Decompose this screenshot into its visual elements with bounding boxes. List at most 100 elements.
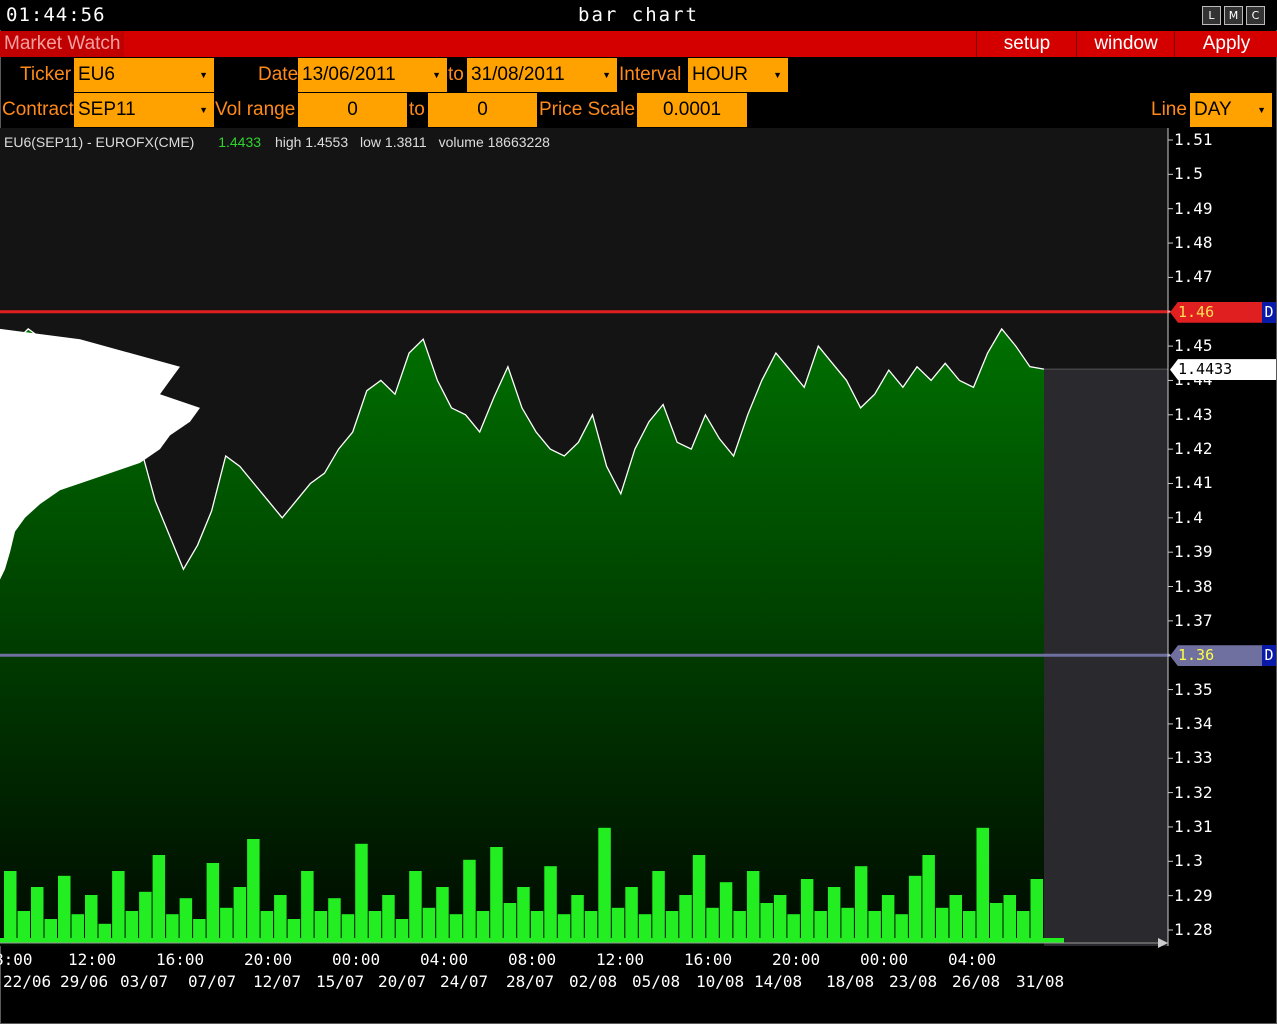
y-tick-label: 1.5 xyxy=(1174,164,1203,184)
date-from-field[interactable]: 13/06/2011 ▼ xyxy=(298,58,447,92)
ticker-label: Ticker xyxy=(20,64,72,85)
market-watch-label[interactable]: Market Watch xyxy=(0,31,124,57)
volume-bar xyxy=(355,843,368,943)
level-d-marker[interactable]: D xyxy=(1262,645,1276,667)
date-to-field[interactable]: 31/08/2011 ▼ xyxy=(467,58,617,92)
x-date-label: 15/07 xyxy=(316,972,365,991)
volume-bar xyxy=(517,887,530,943)
x-date-label: 28/07 xyxy=(506,972,555,991)
y-tick-label: 1.39 xyxy=(1174,542,1213,562)
x-date-label: 12/07 xyxy=(253,972,302,991)
chevron-down-icon: ▼ xyxy=(773,70,782,80)
vol-to-label: to xyxy=(409,99,425,120)
volume-bar xyxy=(328,898,341,943)
volume-bar xyxy=(31,887,44,943)
volume-bar xyxy=(382,895,395,943)
volume-bar xyxy=(1003,895,1016,943)
y-tick-label: 1.38 xyxy=(1174,576,1213,596)
y-tick-label: 1.33 xyxy=(1174,748,1213,768)
interval-select[interactable]: HOUR ▼ xyxy=(688,58,788,92)
x-time-label: 16:00 xyxy=(156,950,205,969)
volume-bar xyxy=(841,907,854,943)
y-tick-label: 1.35 xyxy=(1174,679,1213,699)
volume-bar xyxy=(206,863,220,943)
volume-bar xyxy=(544,866,557,943)
volume-bar xyxy=(436,887,449,943)
y-tick-label: 1.49 xyxy=(1174,198,1213,218)
volume-bar xyxy=(625,887,638,943)
volume-bar xyxy=(881,895,895,943)
lower-level-tag: 1.36 xyxy=(1170,645,1262,667)
y-tick-label: 1.45 xyxy=(1174,336,1213,356)
window-button[interactable]: window xyxy=(1076,31,1175,57)
x-time-label: 20:00 xyxy=(244,950,293,969)
interval-label: Interval xyxy=(619,64,682,85)
volume-bar xyxy=(679,895,692,943)
ticker-select[interactable]: EU6 ▼ xyxy=(74,58,214,92)
setup-button[interactable]: setup xyxy=(976,31,1077,57)
volume-bar xyxy=(4,871,17,943)
window-button-c[interactable]: C xyxy=(1246,6,1265,25)
line-value: DAY xyxy=(1194,99,1232,120)
volume-bar xyxy=(990,903,1003,943)
window-button-m[interactable]: M xyxy=(1224,6,1243,25)
window-buttons: L M C xyxy=(1202,6,1265,25)
volume-bar xyxy=(908,875,922,943)
y-tick-label: 1.34 xyxy=(1174,713,1213,733)
apply-button[interactable]: Apply xyxy=(1174,31,1277,57)
price-scale-input[interactable]: 0.0001 xyxy=(637,93,747,127)
y-tick-label: 1.47 xyxy=(1174,267,1213,287)
volume-bar xyxy=(773,895,787,943)
y-tick-label: 1.48 xyxy=(1174,233,1213,253)
volume-bar xyxy=(922,855,935,943)
y-tick-label: 1.43 xyxy=(1174,404,1213,424)
volume-bar xyxy=(800,879,814,943)
vol-from-input[interactable]: 0 xyxy=(298,93,407,127)
high-value: high 1.4553 xyxy=(274,134,349,150)
level-d-marker[interactable]: D xyxy=(1262,301,1276,323)
quote-info: EU6(SEP11) - EUROFX(CME) 1.4433 high 1.4… xyxy=(4,134,558,150)
volume-bar xyxy=(463,859,476,943)
volume-bar xyxy=(1030,879,1043,943)
volume-bar xyxy=(58,875,71,943)
menu-bar: Market Watch setup window Apply xyxy=(0,31,1277,57)
x-date-label: 24/07 xyxy=(440,972,489,991)
volume-bar xyxy=(760,903,773,943)
y-tick-label: 1.29 xyxy=(1174,885,1213,905)
window-button-l[interactable]: L xyxy=(1202,6,1221,25)
contract-value: SEP11 xyxy=(78,99,136,120)
volume-bar xyxy=(719,882,733,943)
vol-range-label: Vol range xyxy=(215,99,296,120)
contract-select[interactable]: SEP11 ▼ xyxy=(74,93,214,127)
y-tick-label: 1.31 xyxy=(1174,816,1213,836)
volume-bar xyxy=(692,855,706,943)
bar-chart[interactable] xyxy=(0,128,1277,968)
low-value: low 1.3811 xyxy=(360,134,427,150)
x-time-label: 20:00 xyxy=(772,950,821,969)
volume-bar xyxy=(976,827,989,943)
volume-bar xyxy=(422,907,436,943)
volume-bar xyxy=(247,839,260,943)
volume-bar xyxy=(598,827,611,943)
y-tick-label: 1.28 xyxy=(1174,920,1213,939)
date-from-value: 13/06/2011 xyxy=(302,64,396,85)
vol-to-input[interactable]: 0 xyxy=(428,93,537,127)
volume-bar xyxy=(490,847,503,943)
x-time-label: 00:00 xyxy=(332,950,381,969)
x-date-label: 20/07 xyxy=(378,972,427,991)
volume-bar xyxy=(179,898,193,943)
contract-label: Contract xyxy=(2,99,74,120)
y-tick-label: 1.41 xyxy=(1174,473,1213,493)
x-date-label: 23/08 xyxy=(889,972,938,991)
title-bar: 01:44:56 bar chart L M C xyxy=(0,0,1277,30)
x-time-label: 16:00 xyxy=(684,950,733,969)
x-date-label: 22/06 xyxy=(3,972,52,991)
line-select[interactable]: DAY ▼ xyxy=(1190,93,1272,127)
volume-bar xyxy=(854,866,868,943)
x-date-label: 07/07 xyxy=(188,972,237,991)
volume-bar xyxy=(233,887,247,943)
volume-bar xyxy=(274,895,287,943)
date-to-label: to xyxy=(448,64,464,85)
volume-bar xyxy=(301,871,314,943)
y-tick-label: 1.3 xyxy=(1174,851,1203,871)
